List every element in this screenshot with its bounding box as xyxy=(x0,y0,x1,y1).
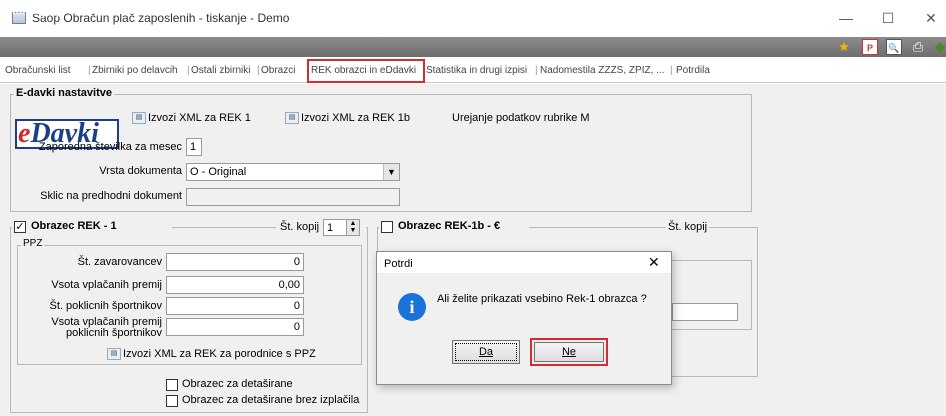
rek1-title: Obrazec REK - 1 xyxy=(31,220,117,232)
export-icon[interactable]: ◆ xyxy=(934,39,946,55)
field-label: Št. zavarovancev xyxy=(77,256,162,268)
rek1b-title: Obrazec REK-1b - € xyxy=(398,220,501,232)
premije-input[interactable]: 0,00 xyxy=(166,276,304,294)
tab-ostali-zbirniki[interactable]: Ostali zbirniki xyxy=(191,65,250,76)
spin-icon[interactable]: ▲ ▼ xyxy=(346,219,360,236)
xml-rek1b-button[interactable]: Izvozi XML za REK 1b xyxy=(301,112,410,124)
doctype-label: Vrsta dokumenta xyxy=(99,165,182,177)
chevron-down-icon[interactable]: ▼ xyxy=(383,164,399,180)
zavarovanci-input[interactable]: 0 xyxy=(166,253,304,271)
tab-obrazci[interactable]: Obrazci xyxy=(261,65,295,76)
ref-input[interactable] xyxy=(186,188,400,206)
premije-sportniki-input[interactable]: 0 xyxy=(166,318,304,336)
rek1-copies-label: Št. kopij xyxy=(280,221,320,233)
close-button[interactable]: ✕ xyxy=(916,6,946,30)
dialog-body xyxy=(377,273,671,384)
field-label: Št. poklicnih športnikov xyxy=(49,300,163,312)
rek1b-checkbox[interactable] xyxy=(381,221,393,233)
tab-nadomestila[interactable]: Nadomestila ZZZS, ZPIZ, ... xyxy=(540,65,664,76)
star-icon[interactable]: ★ xyxy=(836,39,852,55)
maximize-button[interactable]: ☐ xyxy=(873,6,903,30)
tab-zbirniki-po-delavcih[interactable]: Zbirniki po delavcih xyxy=(92,65,178,76)
rek1-checkbox[interactable]: ✓ xyxy=(14,221,26,233)
minimize-button[interactable]: — xyxy=(831,6,861,30)
rubrika-m-link[interactable]: Urejanje podatkov rubrike M xyxy=(452,112,590,124)
tab-highlight-annotation xyxy=(307,59,425,83)
dialog-message: Ali želite prikazati vsebino Rek-1 obraz… xyxy=(437,293,647,305)
yes-button[interactable]: Da xyxy=(452,340,520,364)
print-preview-icon[interactable]: 🔍 xyxy=(886,39,902,55)
dialog-title: Potrdi xyxy=(384,258,413,270)
edavki-group-title: E-davki nastavitve xyxy=(14,87,114,99)
info-icon: i xyxy=(398,293,426,321)
printer-icon[interactable]: ⎙ xyxy=(910,39,926,55)
seq-number-input[interactable]: 1 xyxy=(186,138,202,156)
sportniki-input[interactable]: 0 xyxy=(166,297,304,315)
section-title: Tiskanje pri obračunu xyxy=(5,3,130,17)
detasirane-brez-checkbox[interactable] xyxy=(166,395,178,407)
xml-rek1-button[interactable]: Izvozi XML za REK 1 xyxy=(148,112,251,124)
xml-export-icon[interactable]: ▤ xyxy=(285,112,299,124)
field-label: Vsota vplačanih premij poklicnih športni… xyxy=(51,316,162,339)
tab-obracunski-list[interactable]: Obračunski list xyxy=(5,65,71,76)
ref-label: Sklic na predhodni dokument xyxy=(40,190,182,202)
tab-statistika[interactable]: Statistika in drugi izpisi xyxy=(426,65,527,76)
rek1b-input[interactable] xyxy=(672,303,738,321)
doctype-select[interactable]: O - Original xyxy=(186,163,400,181)
dialog-close-icon[interactable]: ✕ xyxy=(648,254,660,271)
ppz-title: PPZ xyxy=(21,238,45,249)
no-button[interactable]: Ne xyxy=(534,342,604,362)
section-header xyxy=(0,37,946,57)
seq-number-label: Zaporedna številka za mesec xyxy=(38,141,182,153)
detasirane-checkbox[interactable] xyxy=(166,379,178,391)
xml-export-icon[interactable]: ▤ xyxy=(132,112,146,124)
detasirane-label: Obrazec za detaširane xyxy=(182,378,293,390)
xml-ppz-button[interactable]: Izvozi XML za REK za porodnice s PPZ xyxy=(123,348,316,360)
detasirane-brez-label: Obrazec za detaširane brez izplačila xyxy=(182,394,360,406)
tab-potrdila[interactable]: Potrdila xyxy=(676,65,710,76)
xml-export-icon[interactable]: ▤ xyxy=(107,348,121,360)
field-label: Vsota vplačanih premij xyxy=(51,279,162,291)
rek1-copies-input[interactable]: 1 xyxy=(323,219,347,236)
pdf-icon[interactable]: P xyxy=(862,39,878,55)
rek1b-copies-label: Št. kopij xyxy=(666,221,710,233)
